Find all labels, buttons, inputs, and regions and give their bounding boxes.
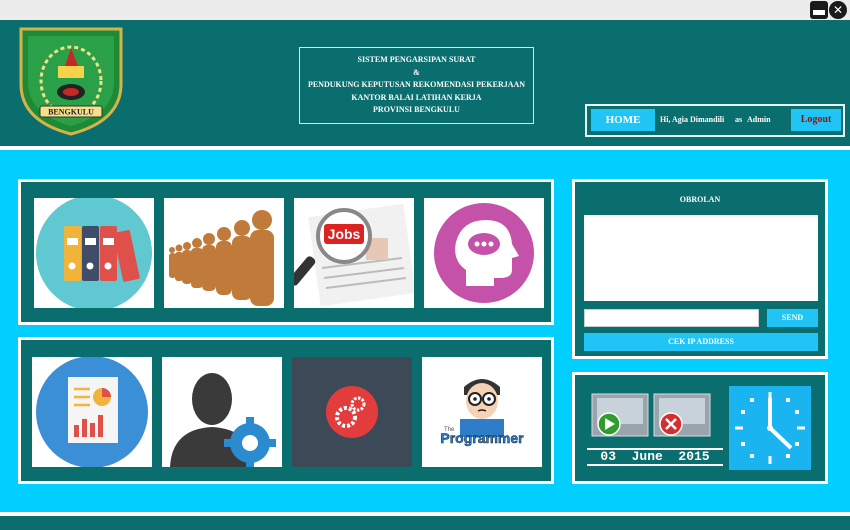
programmer-icon: The Programmer [440, 379, 524, 446]
window-titlebar [0, 0, 850, 20]
settings-gears-icon [326, 386, 378, 438]
report-document-icon [36, 357, 148, 467]
stop-icon[interactable] [653, 393, 711, 437]
menu-panel-bottom: The Programmer [18, 337, 554, 484]
user-greeting: Hi, Agia Dimandili [660, 115, 725, 124]
title-line-1: SISTEM PENGARSIPAN SURAT [357, 55, 476, 64]
logo-text: BENGKULU [48, 108, 94, 117]
user-settings-icon [170, 373, 276, 467]
jobs-text: Jobs [328, 226, 361, 242]
logout-button[interactable]: Logout [791, 109, 841, 131]
title-line-4: KANTOR BALAI LATIHAN KERJA [351, 92, 482, 102]
send-button[interactable]: SEND [767, 309, 818, 327]
menu-tile-thinking[interactable] [424, 198, 544, 308]
menu-tile-jobs[interactable]: Jobs [294, 198, 414, 308]
menu-tile-people[interactable] [164, 198, 284, 308]
clock-icon [729, 386, 811, 470]
menu-tile-report[interactable] [32, 357, 152, 467]
chat-messages-area[interactable] [584, 215, 818, 301]
archive-binders-icon [36, 198, 152, 308]
menu-panel-top: Jobs [18, 179, 554, 325]
regional-emblem-logo: BENGKULU [18, 26, 124, 136]
app-title-box: SISTEM PENGARSIPAN SURAT & PENDUKUNG KEP… [299, 47, 534, 124]
close-icon[interactable]: ✕ [829, 1, 847, 19]
menu-tile-programmer[interactable]: The Programmer [422, 357, 542, 467]
home-button[interactable]: HOME [591, 109, 655, 131]
current-date: 03 June 2015 [587, 448, 723, 466]
chat-panel: OBROLAN SEND CEK IP ADDRESS [572, 179, 828, 359]
menu-tile-archive[interactable] [34, 198, 154, 308]
programmer-text: Programmer [440, 430, 524, 446]
job-search-icon: Jobs [294, 203, 414, 307]
user-role: Admin [747, 115, 771, 124]
minimize-icon[interactable] [810, 1, 828, 19]
chat-message-input[interactable] [584, 309, 759, 327]
menu-tile-settings[interactable] [292, 357, 412, 467]
check-ip-address-button[interactable]: CEK IP ADDRESS [584, 333, 818, 351]
as-label: as [735, 115, 743, 124]
play-icon[interactable] [591, 393, 649, 437]
people-queue-icon [169, 210, 274, 306]
chat-title: OBROLAN [679, 195, 721, 204]
clock-panel: 03 June 2015 [572, 372, 828, 484]
title-line-3: PENDUKUNG KEPUTUSAN REKOMENDASI PEKERJAA… [307, 80, 526, 90]
footer-bar [0, 516, 850, 530]
menu-tile-user-settings[interactable] [162, 357, 282, 467]
user-nav-bar: HOME Hi, Agia Dimandili as Admin Logout [585, 104, 845, 137]
title-line-2: & [413, 67, 420, 77]
head-chat-icon [434, 203, 534, 303]
title-line-5: PROVINSI BENGKULU [373, 105, 460, 115]
